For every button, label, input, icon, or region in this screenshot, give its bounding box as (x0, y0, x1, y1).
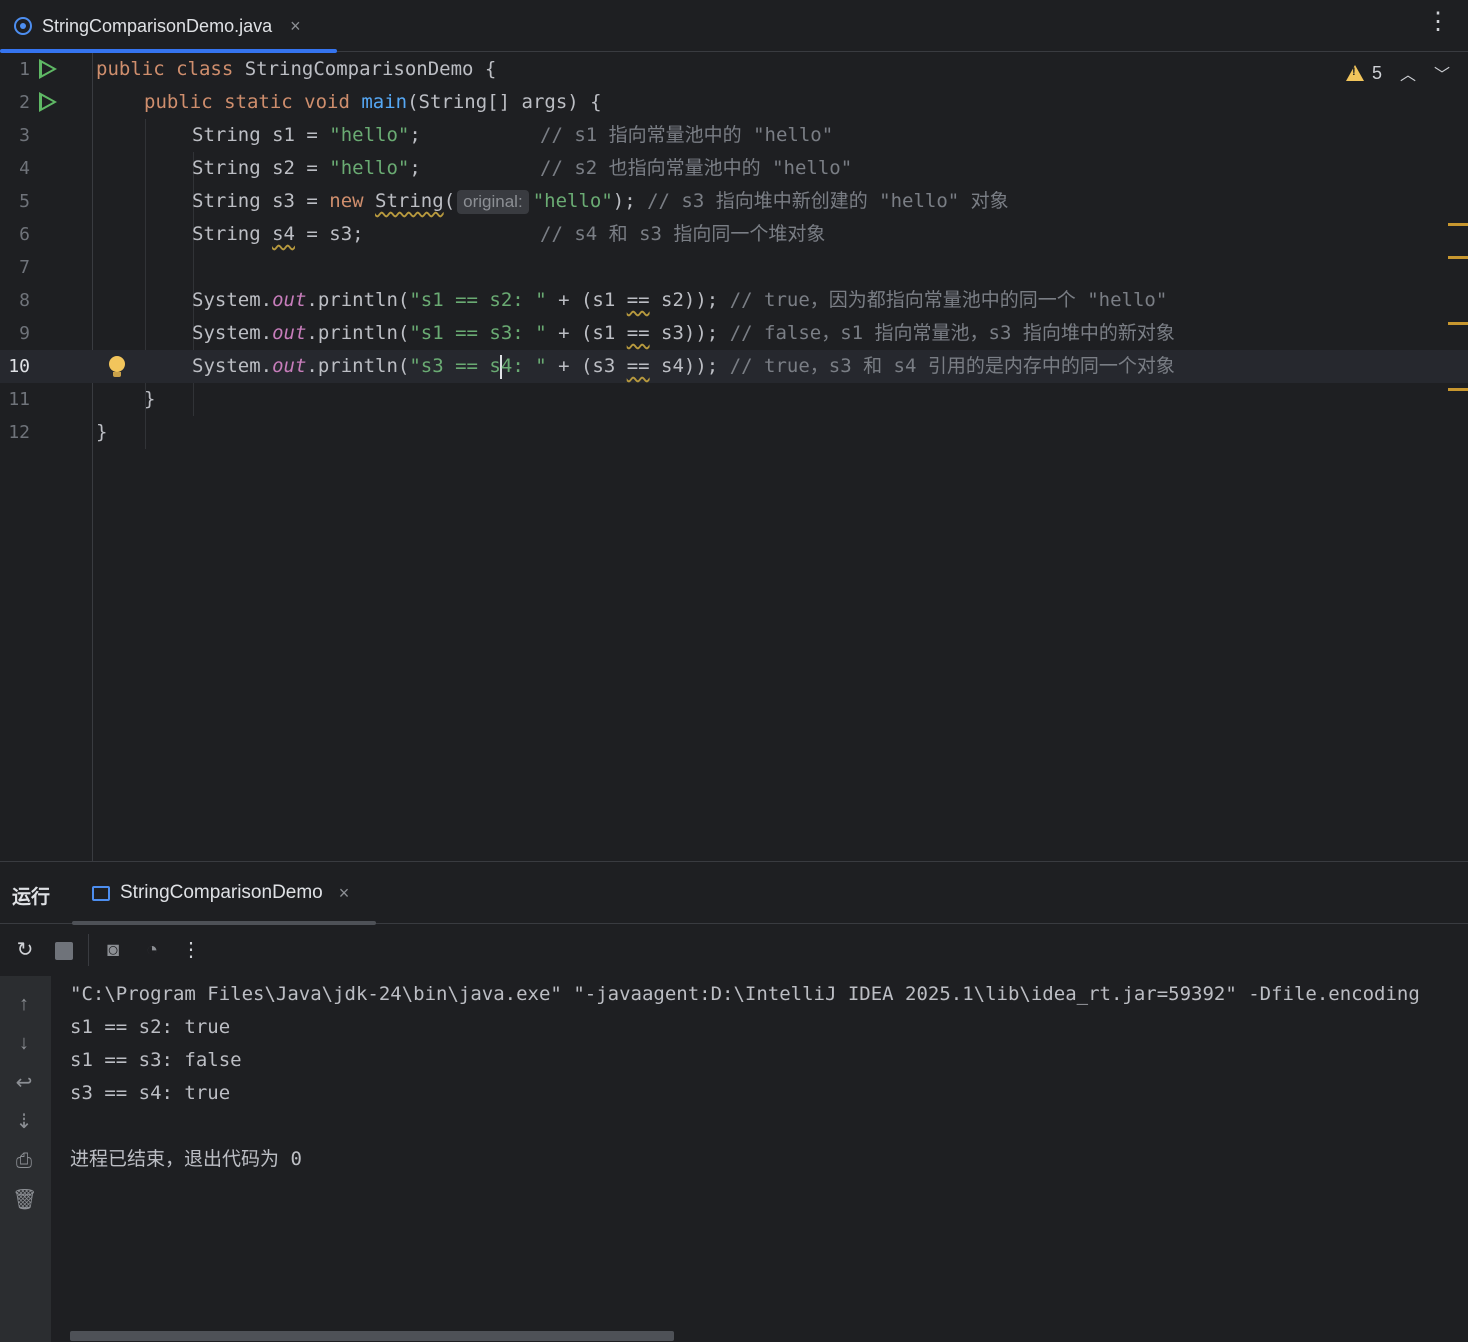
code-text: String s3 = new String(original: "hello")… (192, 190, 1009, 214)
code-line: 1 public class StringComparisonDemo { (0, 53, 1468, 86)
code-line: 5 String s3 = new String(original: "hello… (0, 185, 1468, 218)
console-icon (92, 885, 110, 901)
console-line: s1 == s2: true (70, 1016, 231, 1038)
code-line: 2 public static void main(String[] args)… (0, 86, 1468, 119)
parameter-hint: original: (457, 190, 529, 214)
run-gutter-icon[interactable] (39, 92, 57, 112)
run-tool-window: 运行 StringComparisonDemo × ↻ ◙ ◔ ⋮ ↑ ↓ ↩ … (0, 861, 1468, 1342)
horizontal-scrollbar[interactable] (70, 1331, 674, 1341)
line-number: 4 (19, 158, 30, 179)
code-line: 11 } (0, 383, 1468, 416)
code-line: 6 String s4 = s3; // s4 和 s3 指向同一个堆对象 (0, 218, 1468, 251)
tab-file-name: StringComparisonDemo.java (42, 15, 273, 36)
code-editor[interactable]: 5 ︿ ﹀ 1 public class StringComparisonDem… (0, 53, 1468, 861)
more-options-icon[interactable]: ⋮ (179, 938, 203, 962)
line-number: 10 (8, 356, 30, 377)
code-text: String s4 = s3; (192, 223, 364, 245)
line-number: 9 (19, 323, 30, 344)
code-comment: // s2 也指向常量池中的 "hello" (540, 157, 853, 179)
arrow-down-icon[interactable]: ↓ (12, 1031, 36, 1055)
code-comment: // s4 和 s3 指向同一个堆对象 (540, 223, 826, 245)
stop-icon[interactable] (55, 942, 73, 960)
console-line: s3 == s4: true (70, 1082, 231, 1104)
code-line-current: 10 System.out.println("s3 == s4: " + (s3… (0, 350, 1468, 383)
rerun-icon[interactable]: ↻ (13, 938, 37, 962)
camera-icon[interactable]: ◙ (101, 938, 125, 962)
run-tab-label: StringComparisonDemo (120, 882, 323, 903)
run-config-tab[interactable]: StringComparisonDemo × (72, 862, 376, 925)
line-number: 12 (8, 422, 30, 443)
code-text: System.out.println("s1 == s3: " + (s1 ==… (192, 322, 1175, 344)
code-text: System.out.println("s3 == s4: " + (s3 ==… (192, 354, 1175, 379)
console-output[interactable]: "C:\Program Files\Java\jdk-24\bin\java.e… (70, 976, 1468, 1342)
code-text: } (144, 388, 156, 410)
code-text: String s2 = "hello"; (192, 157, 421, 179)
tab-close-icon[interactable]: × (290, 16, 301, 37)
line-number: 5 (19, 191, 30, 212)
line-number: 11 (8, 389, 30, 410)
code-text: public class StringComparisonDemo { (96, 58, 497, 80)
code-line: 12 } (0, 416, 1468, 449)
arrow-up-icon[interactable]: ↑ (12, 992, 36, 1016)
code-line: 4 String s2 = "hello"; // s2 也指向常量池中的 "h… (0, 152, 1468, 185)
code-comment: // s1 指向常量池中的 "hello" (540, 124, 834, 146)
code-line: 3 String s1 = "hello"; // s1 指向常量池中的 "he… (0, 119, 1468, 152)
java-class-icon (14, 17, 32, 35)
run-tab-close-icon[interactable]: × (339, 883, 350, 904)
line-number: 1 (19, 59, 30, 80)
line-number: 7 (19, 257, 30, 278)
code-line: 7 (0, 251, 1468, 284)
run-toolbar: ↻ ◙ ◔ ⋮ (0, 924, 1468, 976)
console-line: "C:\Program Files\Java\jdk-24\bin\java.e… (70, 983, 1420, 1005)
console-line: 进程已结束，退出代码为 0 (70, 1148, 302, 1170)
code-text: public static void main(String[] args) { (144, 91, 602, 113)
console-line: s1 == s3: false (70, 1049, 242, 1071)
profiler-gauge-icon[interactable]: ◔ (140, 938, 164, 962)
toolbar-separator (88, 934, 89, 966)
line-number: 2 (19, 92, 30, 113)
intention-bulb-icon[interactable] (109, 356, 125, 377)
code-line: 8 System.out.println("s1 == s2: " + (s1 … (0, 284, 1468, 317)
editor-tab-bar: StringComparisonDemo.java × ⋮ (0, 0, 1468, 53)
trash-icon[interactable]: 🗑 (12, 1188, 37, 1212)
code-line: 9 System.out.println("s1 == s3: " + (s1 … (0, 317, 1468, 350)
line-number: 6 (19, 224, 30, 245)
console-side-toolbar: ↑ ↓ ↩ ⇣ ⎙ 🗑 (0, 976, 51, 1342)
line-number: 3 (19, 125, 30, 146)
code-text: System.out.println("s1 == s2: " + (s1 ==… (192, 289, 1168, 311)
run-header: 运行 StringComparisonDemo × (0, 862, 1468, 925)
run-window-title: 运行 (12, 887, 51, 908)
code-text: } (96, 421, 108, 443)
run-gutter-icon[interactable] (39, 59, 57, 79)
print-icon[interactable]: ⎙ (12, 1149, 36, 1173)
scroll-to-end-icon[interactable]: ⇣ (12, 1110, 36, 1134)
editor-tab[interactable]: StringComparisonDemo.java × (0, 0, 337, 53)
soft-wrap-icon[interactable]: ↩ (12, 1071, 36, 1095)
more-options-icon[interactable]: ⋮ (1426, 10, 1450, 34)
code-text: String s1 = "hello"; (192, 124, 421, 146)
line-number: 8 (19, 290, 30, 311)
